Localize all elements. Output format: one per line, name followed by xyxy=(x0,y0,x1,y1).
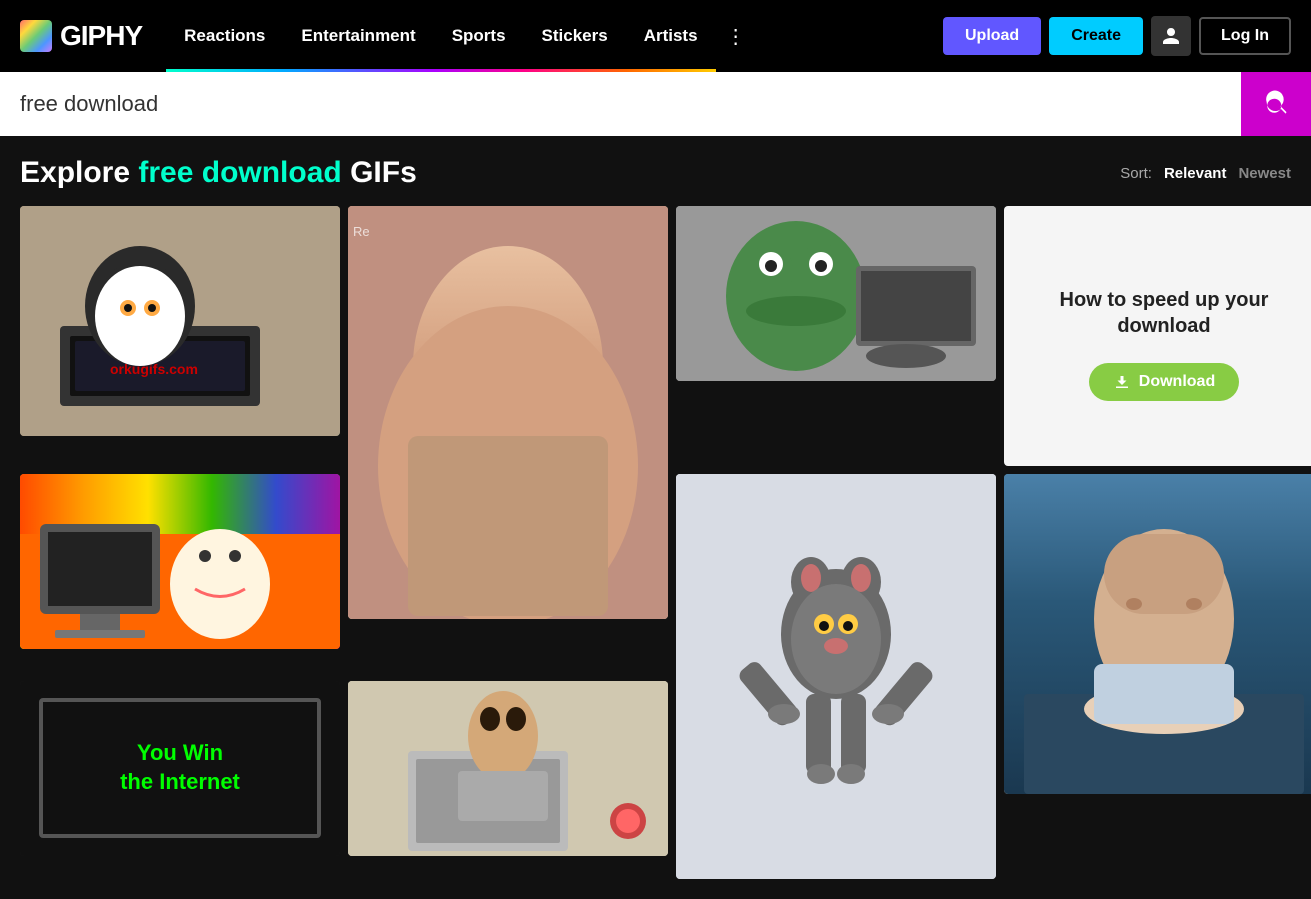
typing-person-illustration xyxy=(348,681,668,856)
explore-prefix: Explore xyxy=(20,156,138,189)
svg-text:Re: Re xyxy=(353,224,370,239)
standing-cat-illustration xyxy=(676,474,996,879)
nav-sports[interactable]: Sports xyxy=(434,0,524,72)
nav-reactions[interactable]: Reactions xyxy=(166,0,283,72)
sort-label: Sort: xyxy=(1120,165,1152,182)
woman-boat-illustration xyxy=(1004,474,1311,794)
gif-woman-boat[interactable] xyxy=(1004,474,1311,794)
gif-ad-download[interactable]: How to speed up your download Download xyxy=(1004,206,1311,466)
sort-newest[interactable]: Newest xyxy=(1238,165,1291,182)
kermit-illustration xyxy=(676,206,996,381)
create-button[interactable]: Create xyxy=(1049,17,1143,55)
nav-entertainment[interactable]: Entertainment xyxy=(283,0,433,72)
gif-woman-smile[interactable]: Re xyxy=(348,206,668,619)
search-button[interactable] xyxy=(1241,72,1311,136)
gif-rainbow-computer[interactable] xyxy=(20,474,340,649)
gif-kermit[interactable] xyxy=(676,206,996,381)
explore-heading: Explore free download GIFs Sort: Relevan… xyxy=(0,136,1311,206)
nav-artists[interactable]: Artists xyxy=(626,0,716,72)
woman-smile-illustration: Re xyxy=(348,206,668,619)
explore-highlight: free download xyxy=(138,156,341,189)
search-input[interactable] xyxy=(0,72,1241,136)
main-nav: Reactions Entertainment Sports Stickers … xyxy=(166,0,919,72)
user-icon xyxy=(1161,26,1181,46)
you-win-text: You Win the Internet xyxy=(120,739,240,796)
rainbow-computer-illustration xyxy=(20,474,340,649)
sort-relevant[interactable]: Relevant xyxy=(1164,165,1227,182)
you-win-line1: You Win xyxy=(120,739,240,768)
login-button[interactable]: Log In xyxy=(1199,17,1291,55)
user-icon-button[interactable] xyxy=(1151,16,1191,56)
nav-more-icon[interactable]: ⋮ xyxy=(716,0,756,72)
ad-title: How to speed up your download xyxy=(1004,271,1311,347)
ad-download-label: Download xyxy=(1139,373,1215,391)
download-icon xyxy=(1113,373,1131,391)
nav-actions: Upload Create Log In xyxy=(943,16,1291,56)
logo-area: GIPHY xyxy=(20,20,142,52)
giphy-logo-text: GIPHY xyxy=(60,20,142,52)
gif-typing-person[interactable] xyxy=(348,681,668,856)
you-win-line2: the Internet xyxy=(120,768,240,797)
explore-suffix: GIFs xyxy=(342,156,417,189)
gif-grid: orkugifs.com xyxy=(0,206,1311,899)
upload-button[interactable]: Upload xyxy=(943,17,1041,55)
gif-you-win-internet[interactable]: You Win the Internet xyxy=(20,681,340,856)
you-win-screen: You Win the Internet xyxy=(39,698,321,838)
search-bar xyxy=(0,72,1311,136)
search-icon xyxy=(1262,90,1290,118)
cat-typing-illustration: orkugifs.com xyxy=(20,206,340,436)
ad-download-button[interactable]: Download xyxy=(1089,363,1239,401)
explore-title: Explore free download GIFs xyxy=(20,156,417,190)
sort-area: Sort: Relevant Newest xyxy=(1120,165,1291,182)
gif-cat-typing[interactable]: orkugifs.com xyxy=(20,206,340,436)
header: GIPHY Reactions Entertainment Sports Sti… xyxy=(0,0,1311,72)
nav-stickers[interactable]: Stickers xyxy=(524,0,626,72)
gif-standing-cat[interactable] xyxy=(676,474,996,879)
giphy-logo-icon xyxy=(20,20,52,52)
